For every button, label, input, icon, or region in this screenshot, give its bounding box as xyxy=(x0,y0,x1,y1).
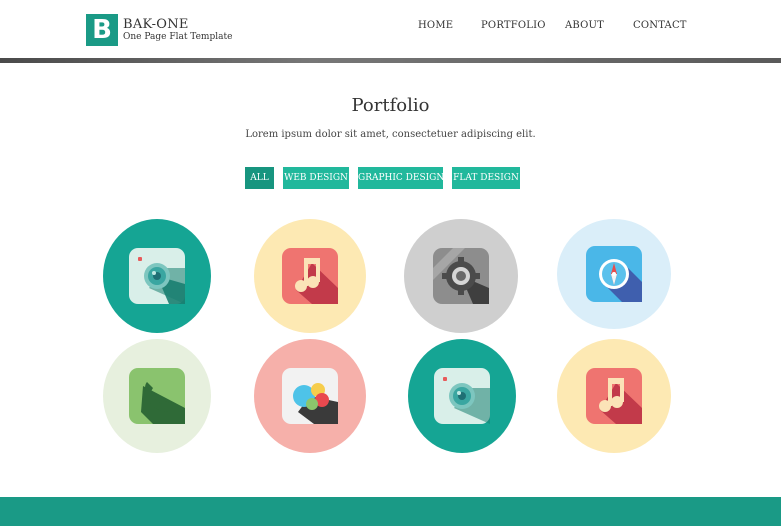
filter-all[interactable]: ALL xyxy=(245,167,274,189)
section-subtitle: Lorem ipsum dolor sit amet, consectetuer… xyxy=(245,129,536,140)
portfolio-item-compass[interactable] xyxy=(557,219,671,329)
camera-icon xyxy=(129,248,185,304)
brand-subtitle: One Page Flat Template xyxy=(123,32,233,42)
chat-bubbles-icon xyxy=(282,368,338,424)
portfolio-filters: ALL WEB DESIGN GRAPHIC DESIGN FLAT DESIG… xyxy=(0,167,781,189)
portfolio-item-music-2[interactable] xyxy=(557,339,671,453)
nav-portfolio[interactable]: PORTFOLIO xyxy=(481,20,546,31)
header-divider xyxy=(0,58,781,63)
portfolio-item-settings[interactable] xyxy=(404,219,518,333)
compass-icon xyxy=(586,246,642,302)
filter-web-design[interactable]: WEB DESIGN xyxy=(283,167,349,189)
portfolio-item-camera-2[interactable] xyxy=(408,339,516,453)
nav-contact[interactable]: CONTACT xyxy=(633,20,687,31)
music-icon xyxy=(282,248,338,304)
music-icon xyxy=(586,368,642,424)
filter-graphic-design[interactable]: GRAPHIC DESIGN xyxy=(358,167,444,189)
nav-about[interactable]: ABOUT xyxy=(565,20,604,31)
filter-flat-design[interactable]: FLAT DESIGN xyxy=(452,167,520,189)
phone-icon xyxy=(129,368,185,424)
portfolio-item-phone[interactable] xyxy=(103,339,211,453)
section-title: Portfolio xyxy=(351,95,430,116)
portfolio-item-music[interactable] xyxy=(254,219,366,333)
nav-home[interactable]: HOME xyxy=(418,20,453,31)
camera-icon xyxy=(434,368,490,424)
settings-icon xyxy=(433,248,489,304)
portfolio-item-chat[interactable] xyxy=(254,339,366,453)
main-nav: HOME PORTFOLIO ABOUT CONTACT xyxy=(0,20,781,34)
portfolio-item-camera[interactable] xyxy=(103,219,211,333)
site-header: B BAK-ONE One Page Flat Template HOME PO… xyxy=(0,0,781,58)
footer-band xyxy=(0,497,781,526)
